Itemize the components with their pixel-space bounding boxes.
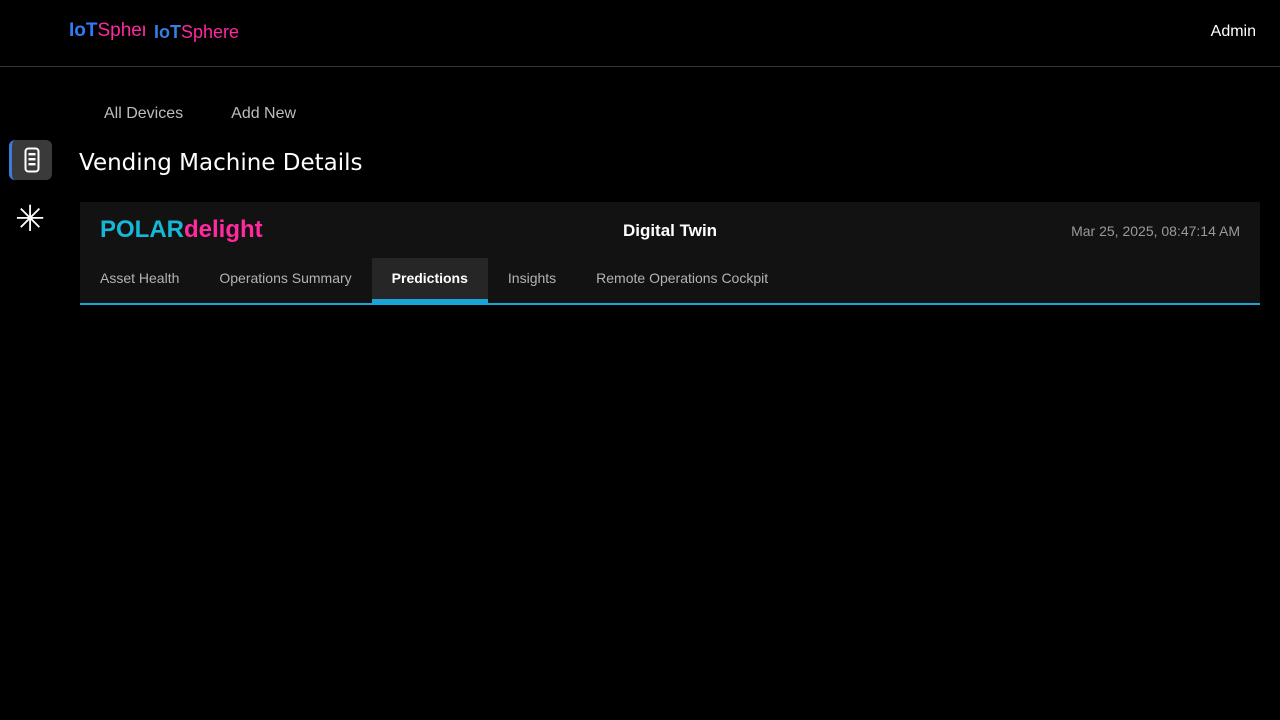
logo-primary[interactable]: IoTSphere <box>69 20 145 42</box>
tab-predictions[interactable]: Predictions <box>371 258 488 303</box>
brand-logo: POLARdelight <box>100 216 263 244</box>
sidebar-item-devices[interactable] <box>9 140 52 180</box>
device-tabs: Asset Health Operations Summary Predicti… <box>80 258 788 303</box>
logo-secondary[interactable]: IoTSphere <box>154 22 239 43</box>
logo-sphere-text: Sphere <box>97 20 146 41</box>
logo-sphere-text: Sphere <box>181 22 240 42</box>
logo-iot-text: IoT <box>154 22 181 42</box>
logo-iot-text: IoT <box>69 20 98 41</box>
timestamp: Mar 25, 2025, 08:47:14 AM <box>1071 223 1240 239</box>
brand-polar-text: POLAR <box>100 216 184 243</box>
tab-operations-summary[interactable]: Operations Summary <box>199 258 371 303</box>
user-menu-admin[interactable]: Admin <box>1211 23 1256 41</box>
tab-remote-operations-cockpit[interactable]: Remote Operations Cockpit <box>576 258 788 303</box>
brand-delight-text: delight <box>184 216 263 243</box>
top-header: IoTSphere IoTSphere Admin <box>0 0 1280 67</box>
nav-all-devices[interactable]: All Devices <box>80 96 207 132</box>
device-icon <box>24 147 40 173</box>
asterisk-icon[interactable]: ✳ <box>15 201 45 237</box>
nav-add-new[interactable]: Add New <box>207 96 320 132</box>
page-title: Vending Machine Details <box>79 150 363 176</box>
tab-insights[interactable]: Insights <box>488 258 576 303</box>
device-card: POLARdelight Digital Twin Mar 25, 2025, … <box>80 202 1260 305</box>
tab-asset-health[interactable]: Asset Health <box>80 258 199 303</box>
sub-navigation: All Devices Add New <box>80 96 320 132</box>
